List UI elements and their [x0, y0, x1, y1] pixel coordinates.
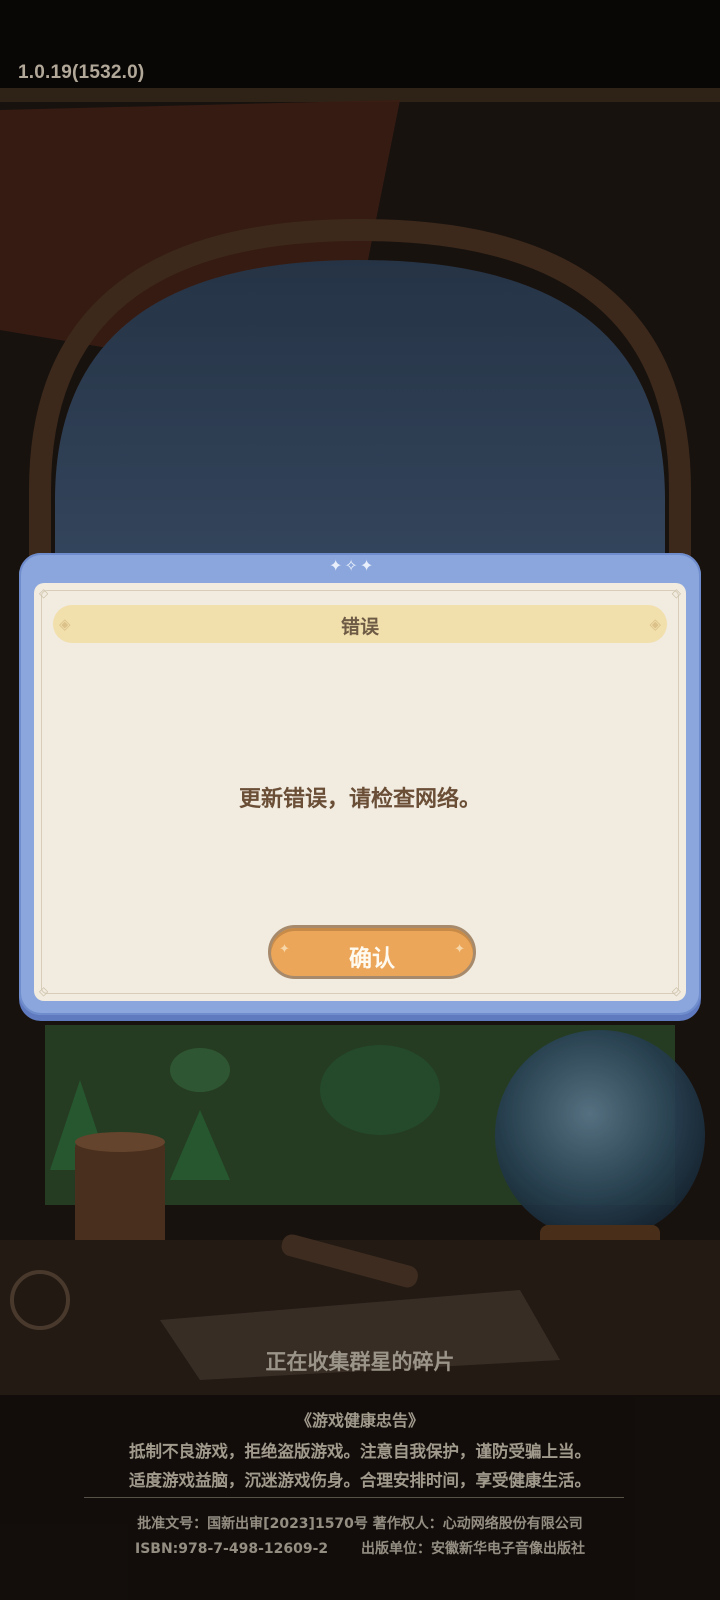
dialog-title: 错误 [340, 616, 379, 638]
corner-ornament-icon: ◇ [39, 984, 49, 998]
confirm-button[interactable]: ✦ 确认 ✦ [268, 925, 476, 979]
dialog-body: ◇ ◇ ◇ ◇ ◈ 错误 ◈ 更新错误，请检查网络。 ✦ 确认 ✦ [34, 583, 686, 1001]
error-dialog: ✦✧✦ ◇ ◇ ◇ ◇ ◈ 错误 ◈ 更新错误，请检查网络。 ✦ 确认 ✦ [19, 553, 701, 1015]
diamond-ornament-icon: ◈ [649, 615, 661, 633]
corner-ornament-icon: ◇ [671, 984, 681, 998]
corner-ornament-icon: ◇ [39, 586, 49, 600]
corner-ornament-icon: ◇ [671, 586, 681, 600]
sparkle-icon: ✦✧✦ [329, 556, 376, 575]
dialog-message: 更新错误，请检查网络。 [238, 787, 481, 812]
dialog-title-bar: ◈ 错误 ◈ [53, 605, 667, 643]
sparkle-icon: ✦ [454, 942, 465, 957]
confirm-button-label: 确认 [349, 946, 395, 972]
